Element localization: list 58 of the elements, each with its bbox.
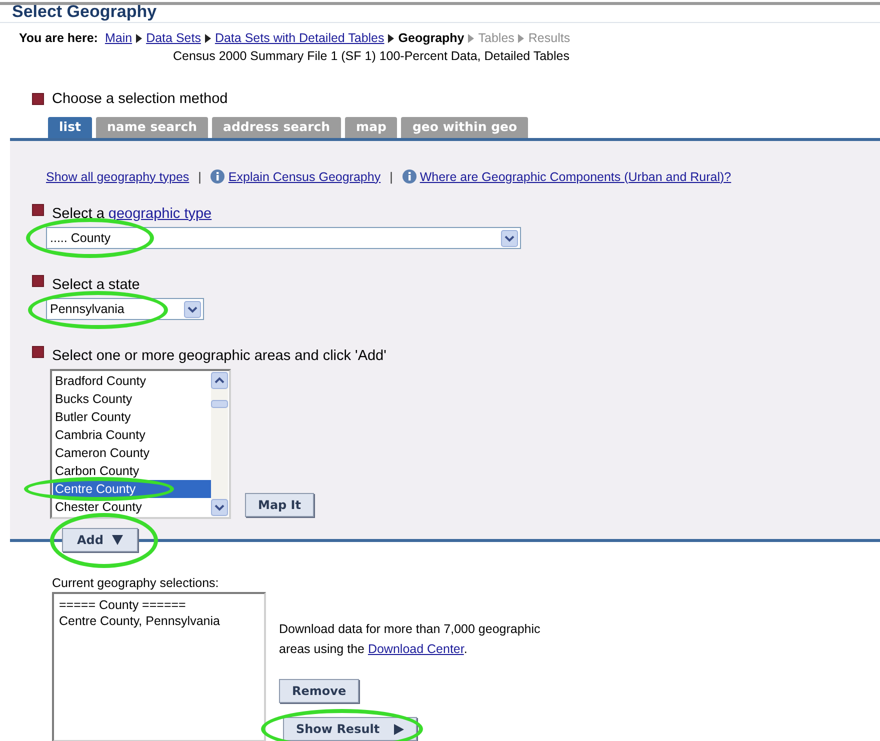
list-option[interactable]: Cambria County bbox=[53, 426, 211, 444]
map-it-button[interactable]: Map It bbox=[245, 493, 314, 517]
page-title: Select Geography bbox=[12, 5, 158, 22]
field-label: Current geography selections: bbox=[52, 576, 220, 590]
breadcrumb-label: You are here: bbox=[19, 31, 98, 45]
play-triangle-icon bbox=[394, 724, 404, 734]
arrow-icon bbox=[388, 34, 394, 42]
download-note: Download data for more than 7,000 geographic areas using the Download Center. bbox=[279, 621, 542, 658]
list-option[interactable]: Bradford County bbox=[53, 372, 211, 390]
show-result-button[interactable]: Show Result bbox=[283, 717, 417, 741]
breadcrumb-link[interactable]: Data Sets bbox=[146, 31, 201, 45]
list-option[interactable]: Bucks County bbox=[53, 390, 211, 408]
info-icon[interactable] bbox=[402, 169, 417, 184]
tab[interactable]: list bbox=[48, 117, 92, 138]
arrow-icon bbox=[204, 34, 211, 42]
help-link[interactable]: Explain Census Geography bbox=[228, 170, 381, 184]
breadcrumb-link[interactable]: Data Sets with Detailed Tables bbox=[214, 31, 384, 45]
breadcrumb-step: Tables bbox=[478, 31, 514, 45]
bullet-icon bbox=[32, 275, 44, 287]
dataset-name: Census 2000 Summary File 1 (SF 1) 100-Percent Data, Detailed Tables bbox=[172, 49, 570, 63]
bullet-icon bbox=[32, 346, 44, 358]
area-listbox[interactable]: Bradford County Bucks County Butler County Cambria County Cameron County Carbon County Centre County Chester County bbox=[50, 369, 231, 519]
list-option[interactable]: ===== County ====== bbox=[59, 597, 259, 613]
help-link[interactable]: Where are Geographic Components (Urban and Rural)? bbox=[420, 170, 732, 184]
glossary-link[interactable]: geographic type bbox=[108, 206, 212, 222]
bullet-icon bbox=[32, 204, 44, 216]
list-option[interactable]: Carbon County bbox=[53, 462, 211, 480]
section-heading: Choose a selection method bbox=[52, 91, 228, 107]
geography-type-select[interactable]: ..... County bbox=[46, 227, 521, 249]
list-option[interactable]: Cameron County bbox=[53, 444, 211, 462]
bullet-icon bbox=[32, 93, 44, 105]
list-option[interactable]: Chester County bbox=[53, 498, 211, 516]
breadcrumb-step: Results bbox=[528, 31, 570, 45]
field-label: Select a geographic type bbox=[52, 206, 212, 223]
breadcrumb-link[interactable]: Main bbox=[104, 31, 132, 45]
list-option[interactable]: Centre County, Pennsylvania bbox=[59, 613, 259, 629]
arrow-icon bbox=[518, 34, 524, 42]
separator: | bbox=[390, 170, 393, 184]
select-value: ..... County bbox=[50, 231, 110, 245]
list-option[interactable]: Butler County bbox=[53, 408, 211, 426]
scroll-thumb[interactable] bbox=[211, 400, 228, 408]
arrow-icon bbox=[136, 34, 142, 42]
scroll-up-icon[interactable] bbox=[211, 372, 228, 389]
arrow-icon bbox=[468, 34, 474, 42]
add-button[interactable]: Add bbox=[62, 528, 138, 552]
scrollbar[interactable] bbox=[211, 372, 228, 516]
down-triangle-icon bbox=[112, 535, 124, 545]
download-center-link[interactable]: Download Center bbox=[368, 642, 464, 656]
help-link[interactable]: Show all geography types bbox=[46, 170, 190, 184]
field-label: Select one or more geographic areas and click 'Add' bbox=[52, 348, 386, 365]
select-value: Pennsylvania bbox=[50, 302, 124, 316]
state-select[interactable]: Pennsylvania bbox=[46, 298, 204, 320]
remove-button[interactable]: Remove bbox=[279, 679, 360, 703]
info-icon[interactable] bbox=[210, 169, 226, 184]
field-label: Select a state bbox=[52, 277, 140, 294]
separator: | bbox=[198, 170, 202, 184]
selections-listbox[interactable]: ===== County ====== Centre County, Pennsylvania bbox=[52, 592, 266, 741]
breadcrumb-current: Geography bbox=[398, 31, 464, 45]
